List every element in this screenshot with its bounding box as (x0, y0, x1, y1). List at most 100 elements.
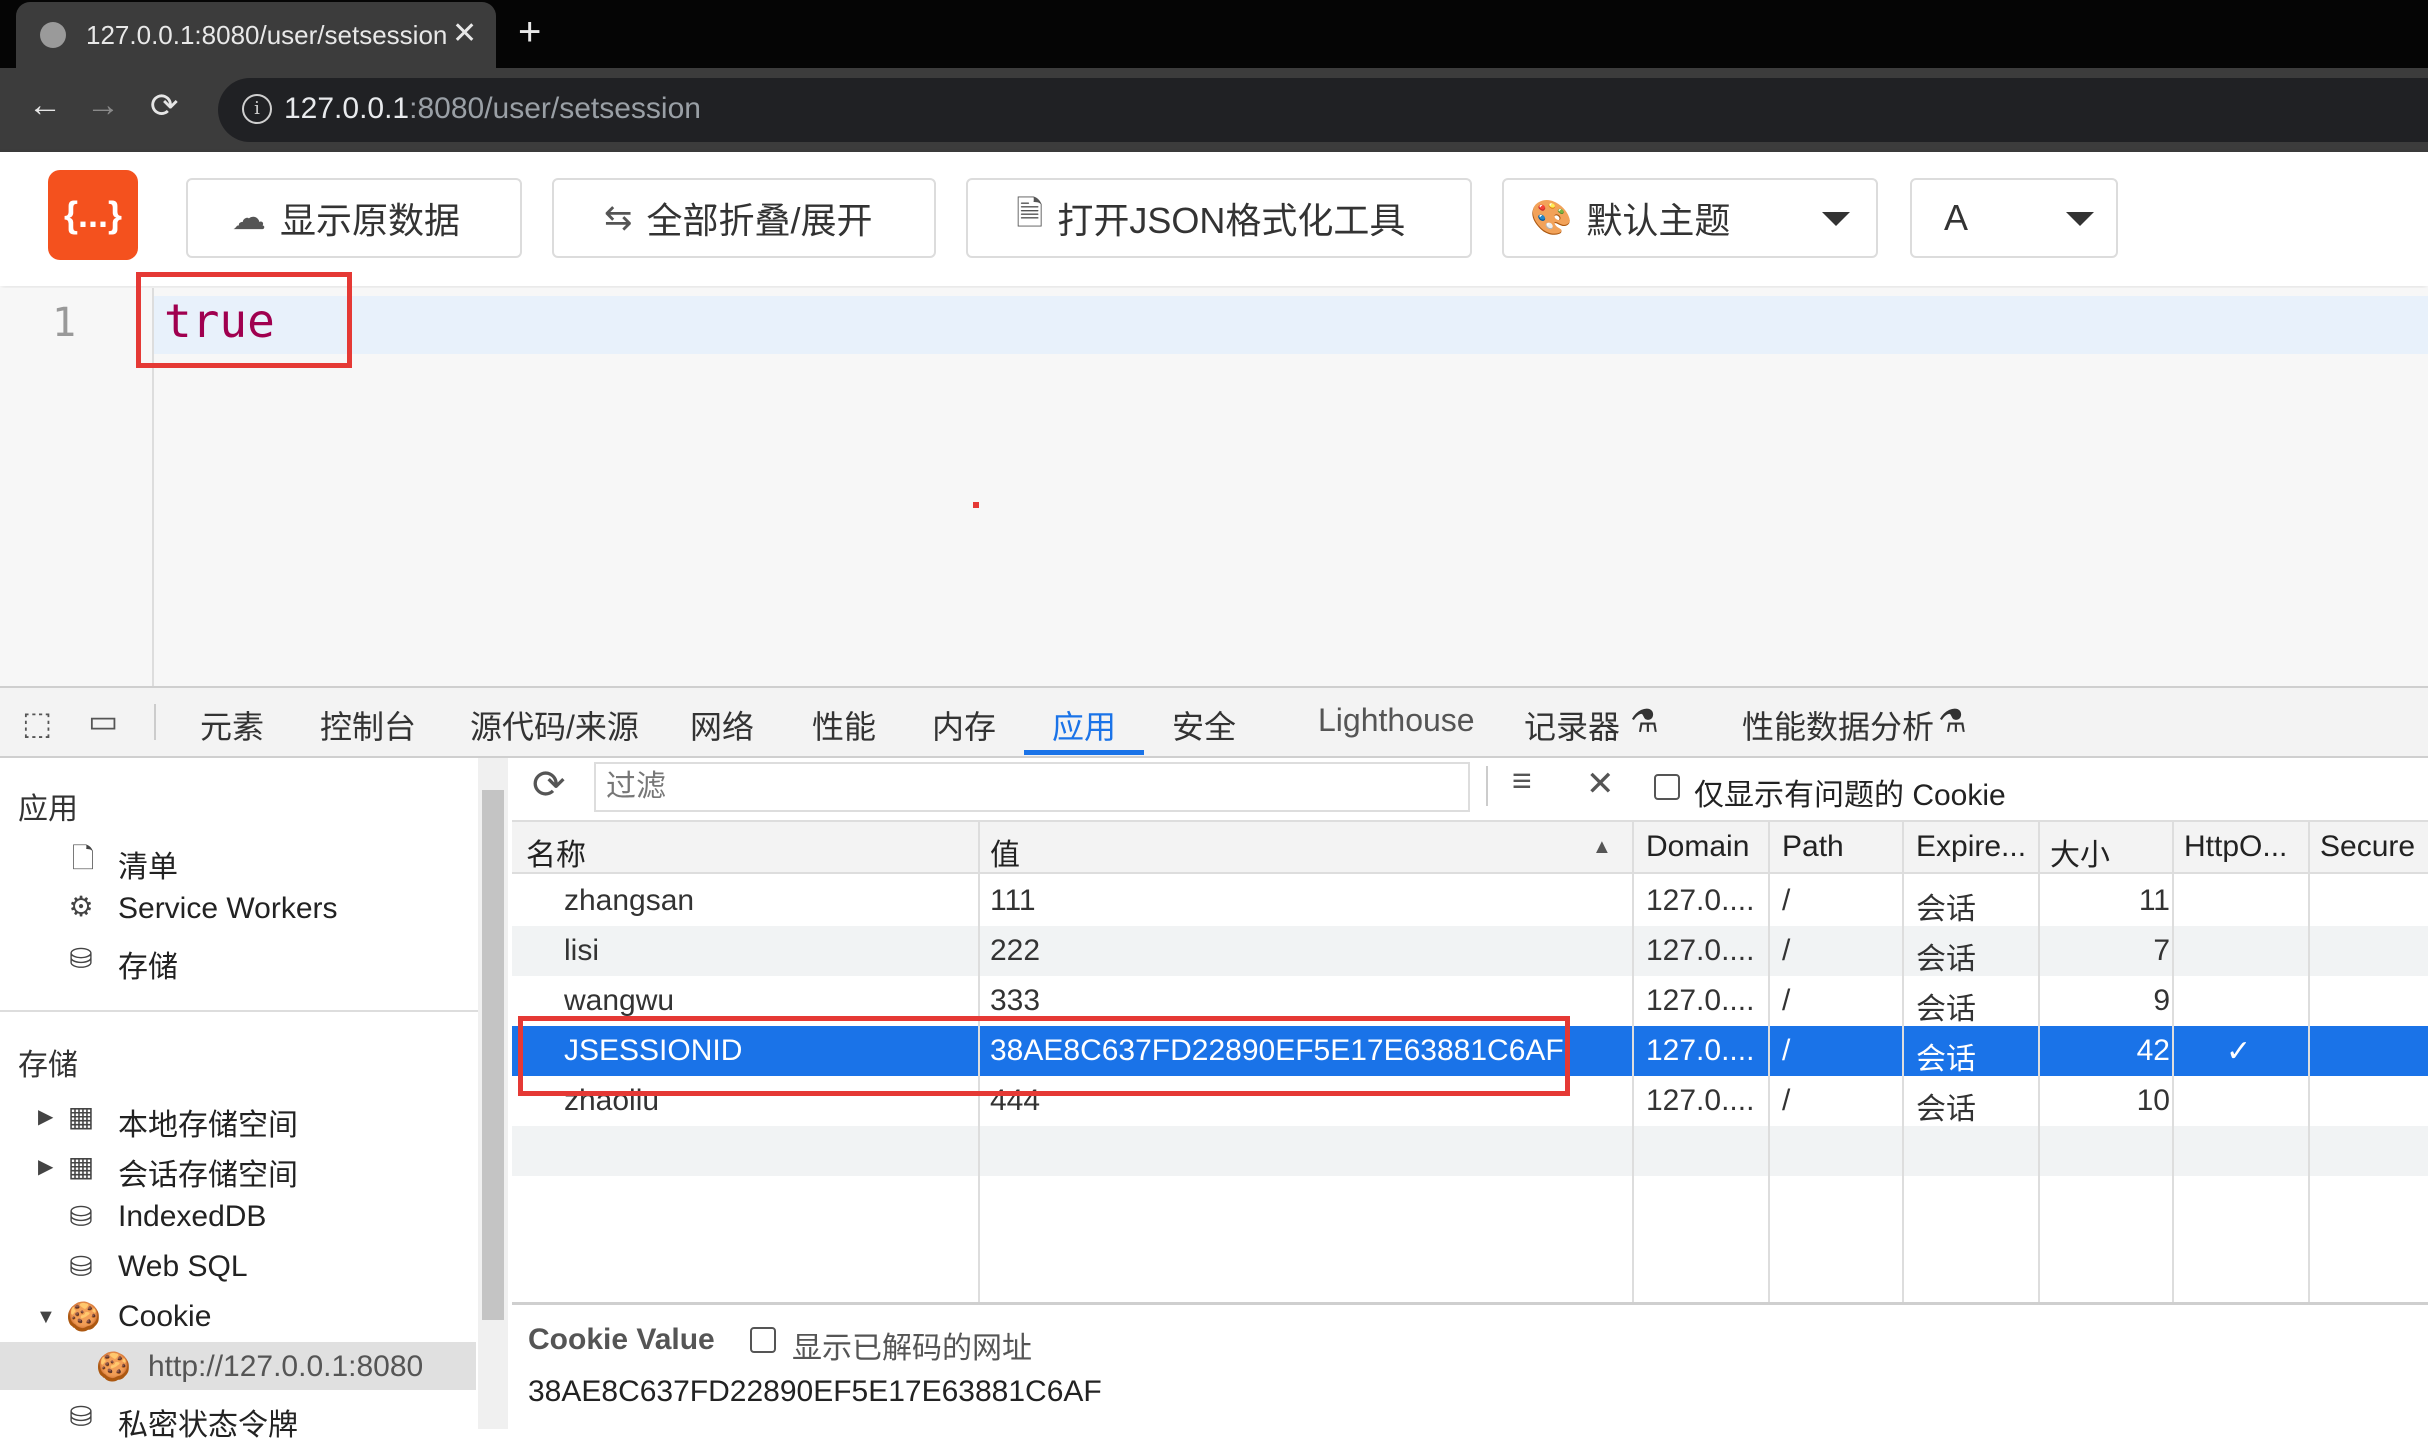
cookie-domain: 127.0.... (1646, 884, 1755, 917)
column-name[interactable]: 名称 (526, 830, 586, 874)
back-arrow-icon[interactable]: ← (28, 86, 62, 125)
json-format-tool-button[interactable]: 🗎 打开JSON格式化工具 (966, 178, 1472, 258)
fold-all-button[interactable]: ⇆ 全部折叠/展开 (552, 178, 936, 258)
sidebar-item-indexeddb[interactable]: IndexedDB (118, 1200, 266, 1234)
inspect-element-icon[interactable]: ⬚ (22, 704, 52, 742)
tab-recorder[interactable]: 记录器 (1524, 702, 1620, 748)
refresh-icon[interactable]: ⟳ (532, 762, 566, 808)
delete-icon[interactable]: ✕ (1586, 764, 1615, 804)
highlight-box-jsessionid (518, 1016, 1570, 1096)
cookie-expires: 会话 (1916, 1093, 1976, 1126)
site-info-icon[interactable]: i (242, 94, 272, 124)
column-size[interactable]: 大小 (2050, 830, 2110, 874)
tab-sources[interactable]: 源代码/来源 (470, 702, 639, 748)
column-secure[interactable]: Secure (2320, 830, 2415, 864)
cookie-value-panel: Cookie Value 显示已解码的网址 38AE8C637FD22890EF… (512, 1302, 2428, 1432)
highlight-box-json-value (136, 272, 352, 368)
tab-application[interactable]: 应用 (1052, 702, 1116, 748)
sidebar-item-local-storage[interactable]: 本地存储空间 (118, 1100, 298, 1144)
tab-performance-insights[interactable]: 性能数据分析 (1742, 702, 1934, 748)
cookie-icon: 🍪 (66, 1301, 101, 1332)
flask-icon: ⚗ (1938, 703, 1967, 739)
tab-lighthouse[interactable]: Lighthouse (1318, 702, 1475, 739)
cookie-filter-input[interactable]: 过滤 (594, 762, 1470, 812)
url-host: 127.0.0.1 (284, 92, 410, 125)
cookie-name: lisi (564, 934, 599, 967)
cookie-value: 333 (990, 984, 1041, 1017)
database-icon: ⛁ (69, 1401, 93, 1432)
expand-arrow-icon[interactable]: ▶ (38, 1154, 53, 1179)
close-tab-icon[interactable]: ✕ (452, 16, 477, 51)
column-divider (2308, 822, 2310, 1302)
json-viewer-logo: {...} (48, 170, 138, 260)
sidebar-item-manifest[interactable]: 清单 (118, 842, 178, 886)
tab-security[interactable]: 安全 (1172, 702, 1236, 748)
cookie-value-heading: Cookie Value (528, 1323, 715, 1356)
new-tab-button[interactable]: + (518, 10, 541, 55)
line-number-gutter (0, 288, 154, 686)
forward-arrow-icon[interactable]: → (86, 86, 120, 125)
cookie-size: 10 (2136, 1084, 2170, 1117)
cookie-domain: 127.0.... (1646, 1084, 1755, 1117)
sidebar-section-application: 应用 (18, 793, 78, 826)
column-divider (2038, 822, 2040, 1302)
browser-tab[interactable]: 127.0.0.1:8080/user/setsession ✕ (16, 2, 496, 68)
httponly-check: ✓ (2226, 1035, 2252, 1068)
tab-performance[interactable]: 性能 (812, 702, 876, 748)
column-expires[interactable]: Expire... (1916, 830, 2026, 864)
sidebar-scrollbar-thumb[interactable] (482, 790, 504, 1320)
cookie-expires: 会话 (1916, 893, 1976, 926)
line-number: 1 (52, 300, 77, 346)
sidebar-item-cookie[interactable]: Cookie (118, 1300, 211, 1334)
cookie-expires: 会话 (1916, 993, 1976, 1026)
cookie-expires: 会话 (1916, 943, 1976, 976)
cookie-value: 222 (990, 934, 1041, 967)
column-divider (1902, 822, 1904, 1302)
cookie-value-text[interactable]: 38AE8C637FD22890EF5E17E63881C6AF (528, 1375, 1102, 1409)
collapse-arrow-icon[interactable]: ▼ (36, 1306, 56, 1329)
font-size-icon: A (1944, 197, 1969, 238)
sidebar-divider (0, 1010, 478, 1012)
tab-divider (154, 704, 156, 740)
show-raw-button[interactable]: ☁ 显示原数据 (186, 178, 522, 258)
sidebar-item-cookie-origin[interactable]: http://127.0.0.1:8080 (148, 1350, 423, 1384)
sidebar-item-storage[interactable]: 存储 (118, 942, 178, 986)
sidebar-item-private-state-tokens[interactable]: 私密状态令牌 (118, 1400, 298, 1444)
devtools-tab-bar: ⬚ ▭ 元素 控制台 源代码/来源 网络 性能 内存 应用 安全 Lightho… (0, 686, 2428, 758)
address-bar[interactable]: i 127.0.0.1:8080/user/setsession (218, 78, 2428, 142)
column-domain[interactable]: Domain (1646, 830, 1749, 864)
cookie-path: / (1782, 1034, 1791, 1067)
tab-console[interactable]: 控制台 (320, 702, 416, 748)
clear-filtered-icon[interactable]: ≡ (1512, 762, 1532, 801)
tab-network[interactable]: 网络 (690, 702, 754, 748)
theme-select[interactable]: 🎨 默认主题 (1502, 178, 1878, 258)
sidebar-item-web-sql[interactable]: Web SQL (118, 1250, 248, 1284)
sidebar-item-session-storage[interactable]: 会话存储空间 (118, 1150, 298, 1194)
database-icon: ⛁ (69, 1201, 93, 1232)
column-path[interactable]: Path (1782, 830, 1844, 864)
flask-icon: ⚗ (1630, 703, 1659, 739)
gears-icon: ⚙ (68, 891, 94, 922)
column-httponly[interactable]: HttpO... (2184, 830, 2287, 864)
only-issues-checkbox[interactable] (1654, 774, 1680, 800)
table-row[interactable]: zhangsan 111 127.0.... / 会话 11 (512, 876, 2428, 926)
theme-select-value: 默认主题 (1586, 200, 1731, 241)
font-size-select[interactable]: A (1910, 178, 2118, 258)
tab-elements[interactable]: 元素 (200, 702, 264, 748)
column-value[interactable]: 值 (990, 830, 1020, 874)
device-toolbar-icon[interactable]: ▭ (88, 702, 118, 740)
cookie-value: 111 (990, 884, 1036, 917)
show-decoded-checkbox[interactable] (750, 1327, 776, 1353)
palette-icon: 🎨 (1530, 199, 1573, 237)
cookie-size: 42 (2136, 1034, 2170, 1067)
table-row[interactable]: lisi 222 127.0.... / 会话 7 (512, 926, 2428, 976)
tab-memory[interactable]: 内存 (932, 702, 996, 748)
cookie-name: wangwu (564, 984, 675, 1017)
sidebar-item-service-workers[interactable]: Service Workers (118, 892, 338, 926)
expand-arrow-icon[interactable]: ▶ (38, 1104, 53, 1129)
fold-all-label: 全部折叠/展开 (646, 200, 873, 241)
cookie-domain: 127.0.... (1646, 984, 1755, 1017)
reload-icon[interactable]: ⟳ (150, 86, 179, 126)
cookie-path: / (1782, 934, 1791, 967)
document-icon: 🗋 (71, 843, 95, 874)
